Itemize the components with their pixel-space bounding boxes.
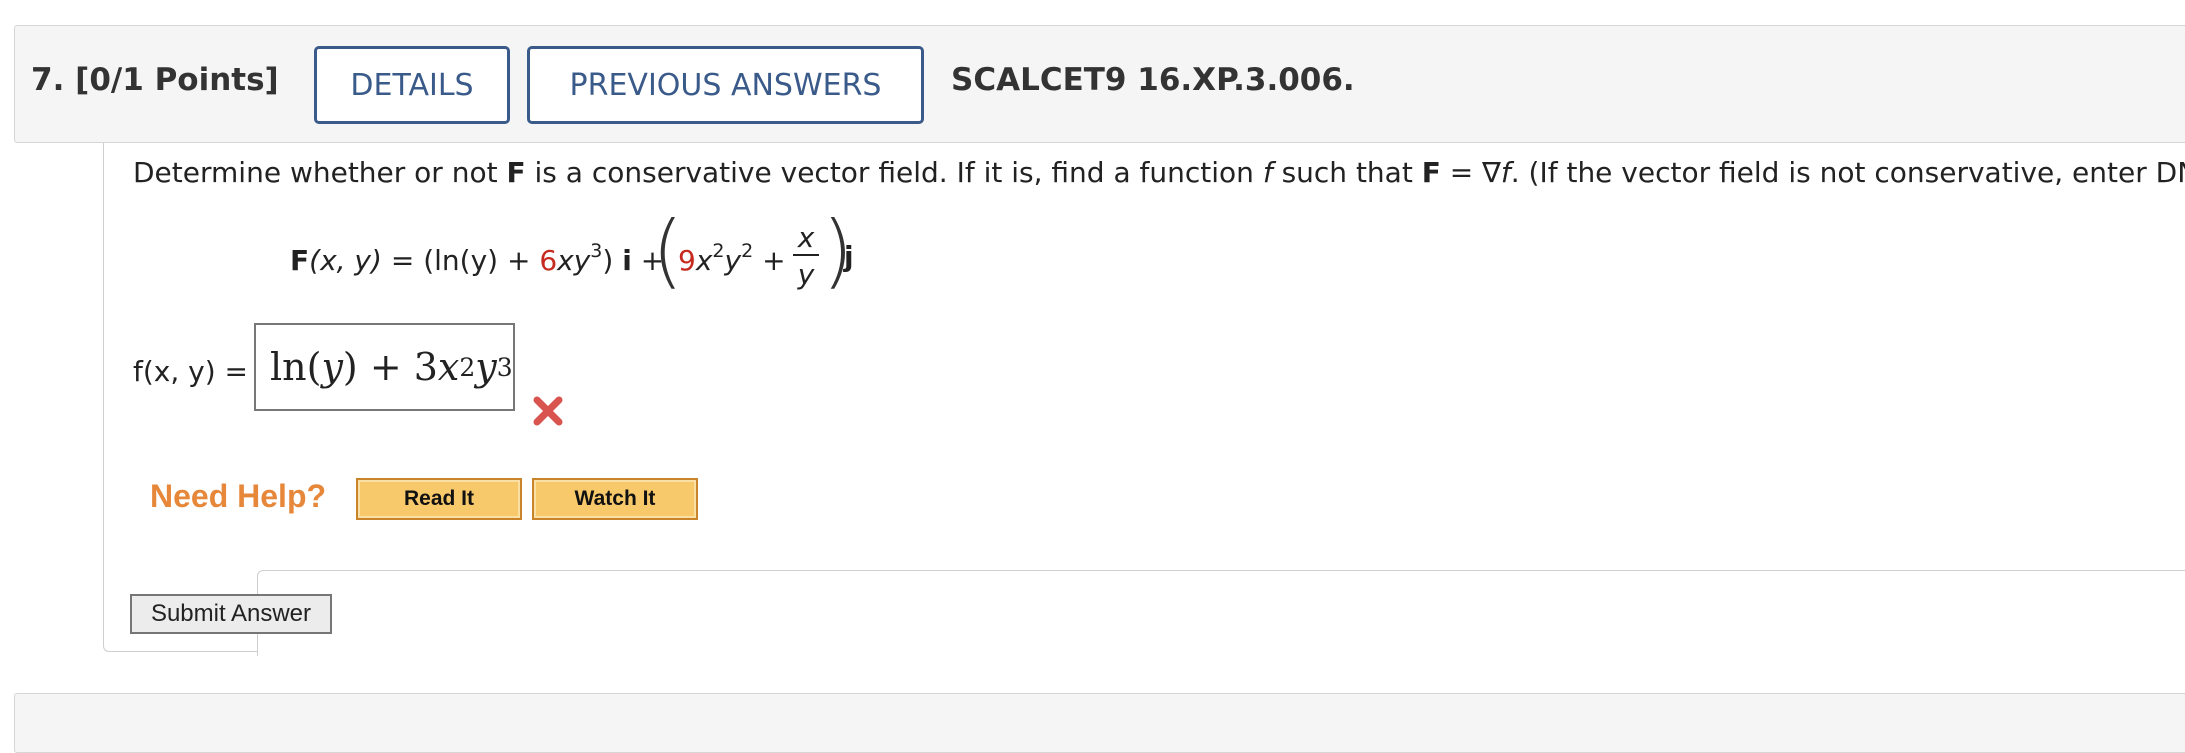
read-it-button[interactable]: Read It xyxy=(356,478,522,520)
problem-code: SCALCET9 16.XP.3.006. xyxy=(951,62,1355,98)
need-help-label: Need Help? xyxy=(150,478,327,514)
incorrect-x-icon xyxy=(533,396,563,426)
next-question-header xyxy=(14,693,2185,753)
question-header: 7. [0/1 Points] DETAILS PREVIOUS ANSWERS… xyxy=(14,25,2185,143)
answer-label: f(x, y) = xyxy=(133,355,249,388)
submit-answer-button[interactable]: Submit Answer xyxy=(130,594,332,634)
details-button[interactable]: DETAILS xyxy=(314,46,510,124)
points-label: [0/1 Points] xyxy=(75,62,279,98)
question-prompt: Determine whether or not F is a conserva… xyxy=(133,156,2185,189)
question-number-label: 7. xyxy=(31,62,65,98)
previous-answers-button[interactable]: PREVIOUS ANSWERS xyxy=(527,46,924,124)
question-number: 7. [0/1 Points] xyxy=(31,62,279,98)
answer-region-divider xyxy=(257,570,2185,656)
watch-it-button[interactable]: Watch It xyxy=(532,478,698,520)
answer-input[interactable]: ln(y) + 3x2y3 xyxy=(254,323,515,411)
